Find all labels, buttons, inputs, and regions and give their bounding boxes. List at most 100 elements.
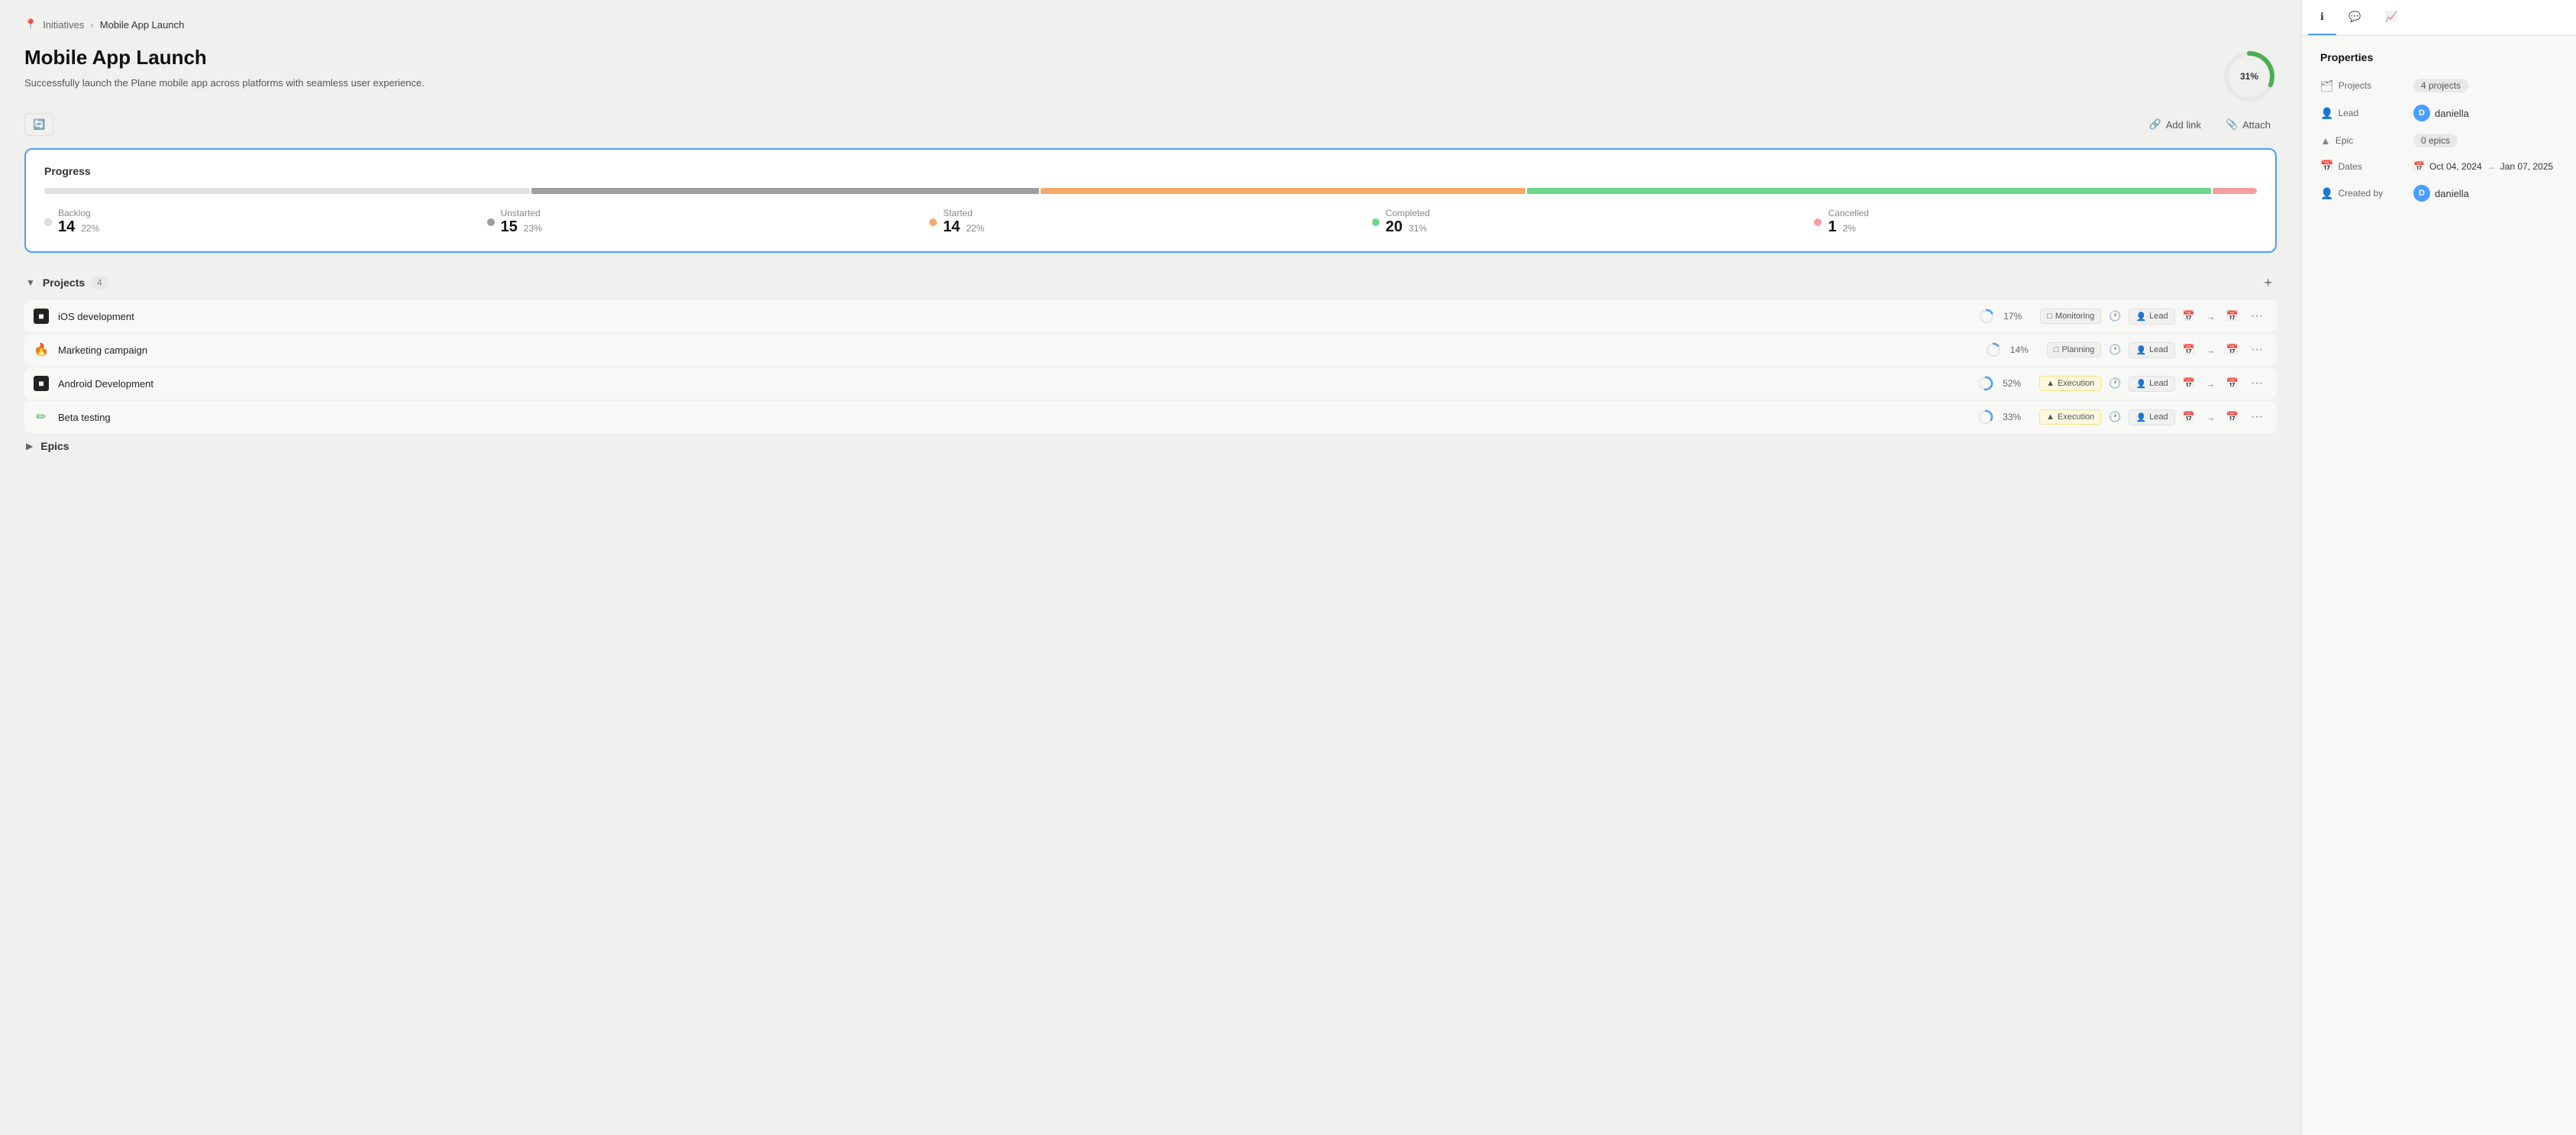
progress-pct-label: 31% [2240,71,2258,82]
arrow-icon[interactable]: → [2203,343,2219,357]
tab-comments[interactable]: 💬 [2336,0,2373,35]
prop-value-epic[interactable]: 0 epics [2413,134,2458,147]
prop-row-lead: 👤 Lead D daniella [2320,105,2558,121]
projects-icon: 🗂 [2320,79,2334,92]
project-status-tag[interactable]: ▲ Execution [2039,409,2101,425]
clock-icon[interactable]: 🕐 [2106,309,2124,324]
project-progress-ring [1986,342,2001,357]
project-status-tag[interactable]: □ Planning [2047,342,2101,357]
stat-label-backlog: Backlog [58,208,99,218]
properties-title: Properties [2320,51,2558,63]
calendar-start-icon[interactable]: 📅 [2180,342,2198,357]
activity-icon: 📈 [2385,11,2397,22]
attach-button[interactable]: 📎 Attach [2219,115,2277,134]
calendar-end-icon[interactable]: 📅 [2223,409,2242,425]
project-lead-tag[interactable]: 👤 Lead [2129,309,2174,325]
calendar-start-icon[interactable]: 📅 [2180,409,2198,425]
prop-label-dates: 📅 Dates [2320,160,2404,173]
projects-header: ▼ Projects 4 + [24,274,2277,291]
progress-seg-cancelled [2213,188,2257,194]
stat-pct-completed: 31% [1409,223,1427,234]
epic-badge: 0 epics [2413,134,2458,147]
prop-value-projects[interactable]: 4 projects [2413,79,2468,92]
status-icon: □ [2054,345,2059,354]
project-icon: ■ [34,376,49,391]
tab-activity[interactable]: 📈 [2373,0,2410,35]
breadcrumb: 📍 Initiatives › Mobile App Launch [24,18,2277,31]
stat-completed: Completed 20 31% [1372,208,1815,236]
calendar-end-icon[interactable]: 📅 [2223,342,2242,357]
progress-card-title: Progress [44,165,2257,177]
stat-count-unstarted: 15 [501,218,518,236]
arrow-icon[interactable]: → [2203,309,2219,324]
table-row: ■ Android Development 52% ▲ Execution 🕐 … [24,367,2277,399]
project-icon: ■ [34,309,49,324]
project-name: Android Development [58,378,1969,390]
stat-started: Started 14 22% [929,208,1372,236]
project-icon: 🔥 [34,342,49,357]
progress-seg-completed [1527,188,2211,194]
project-lead-tag[interactable]: 👤 Lead [2129,376,2174,392]
link-icon: 🔗 [2149,118,2161,131]
add-link-button[interactable]: 🔗 Add link [2143,115,2207,134]
sidebar-right: ℹ 💬 📈 Properties 🗂 Projects 4 projects 👤… [2301,0,2576,1135]
project-name: Beta testing [58,412,1969,423]
more-options-button[interactable]: ··· [2246,409,2268,425]
epics-header: ▶ Epics [24,439,2277,453]
clock-icon[interactable]: 🕐 [2106,409,2124,425]
projects-add-button[interactable]: + [2259,274,2277,291]
tab-info[interactable]: ℹ [2308,0,2336,35]
stat-pct-started: 22% [966,223,984,234]
stat-unstarted: Unstarted 15 23% [487,208,930,236]
calendar-end-icon[interactable]: 📅 [2223,309,2242,324]
prop-row-created-by: 👤 Created by D daniella [2320,185,2558,202]
date-end: Jan 07, 2025 [2500,161,2553,172]
date-arrow: → [2487,161,2496,172]
clock-icon[interactable]: 🕐 [2106,376,2124,391]
stat-pct-unstarted: 23% [524,223,542,234]
calendar-start-icon[interactable]: 📅 [2180,309,2198,324]
calendar-start-icon[interactable]: 📅 [2180,376,2198,391]
stat-dot-completed [1372,218,1380,226]
table-row: ✏ Beta testing 33% ▲ Execution 🕐 👤 Lead … [24,401,2277,433]
project-pct: 14% [2010,344,2038,355]
created-by-icon: 👤 [2320,187,2333,200]
lead-person-icon: 👤 [2135,412,2146,422]
stat-pct-cancelled: 2% [1843,223,1856,234]
project-progress-ring [1979,309,1994,324]
project-tags: ▲ Execution 🕐 👤 Lead 📅 → 📅 ··· [2039,409,2268,425]
prop-row-epic: ▲ Epic 0 epics [2320,134,2558,147]
page-description: Successfully launch the Plane mobile app… [24,77,424,89]
refresh-button[interactable]: 🔄 [24,113,53,136]
prop-row-projects: 🗂 Projects 4 projects [2320,79,2558,92]
stat-label-unstarted: Unstarted [501,208,542,218]
calendar-end-icon[interactable]: 📅 [2223,376,2242,391]
lead-person-icon: 👤 [2135,379,2146,389]
more-options-button[interactable]: ··· [2246,341,2268,358]
progress-seg-started [1041,188,1526,194]
projects-badge: 4 projects [2413,79,2468,92]
project-lead-tag[interactable]: 👤 Lead [2129,342,2174,358]
epics-collapse-btn[interactable]: ▶ [24,439,34,453]
stat-label-started: Started [943,208,984,218]
arrow-icon[interactable]: → [2203,377,2219,391]
date-start: Oct 04, 2024 [2429,161,2482,172]
project-lead-tag[interactable]: 👤 Lead [2129,409,2174,425]
stat-backlog: Backlog 14 22% [44,208,487,236]
project-status-tag[interactable]: ▲ Execution [2039,376,2101,391]
projects-collapse-btn[interactable]: ▼ [24,276,37,289]
stat-count-completed: 20 [1386,218,1403,236]
more-options-button[interactable]: ··· [2246,308,2268,325]
more-options-button[interactable]: ··· [2246,375,2268,392]
project-tags: ▲ Execution 🕐 👤 Lead 📅 → 📅 ··· [2039,375,2268,392]
prop-value-dates[interactable]: 📅 Oct 04, 2024 → Jan 07, 2025 [2413,161,2553,172]
prop-value-lead[interactable]: D daniella [2413,105,2469,121]
project-status-tag[interactable]: □ Monitoring [2040,309,2101,324]
stat-count-started: 14 [943,218,960,236]
breadcrumb-parent[interactable]: Initiatives [43,19,84,31]
progress-seg-unstarted [531,188,1039,194]
table-row: ■ iOS development 17% □ Monitoring 🕐 👤 L… [24,300,2277,332]
clock-icon[interactable]: 🕐 [2106,342,2124,357]
arrow-icon[interactable]: → [2203,410,2219,425]
breadcrumb-icon: 📍 [24,18,37,31]
